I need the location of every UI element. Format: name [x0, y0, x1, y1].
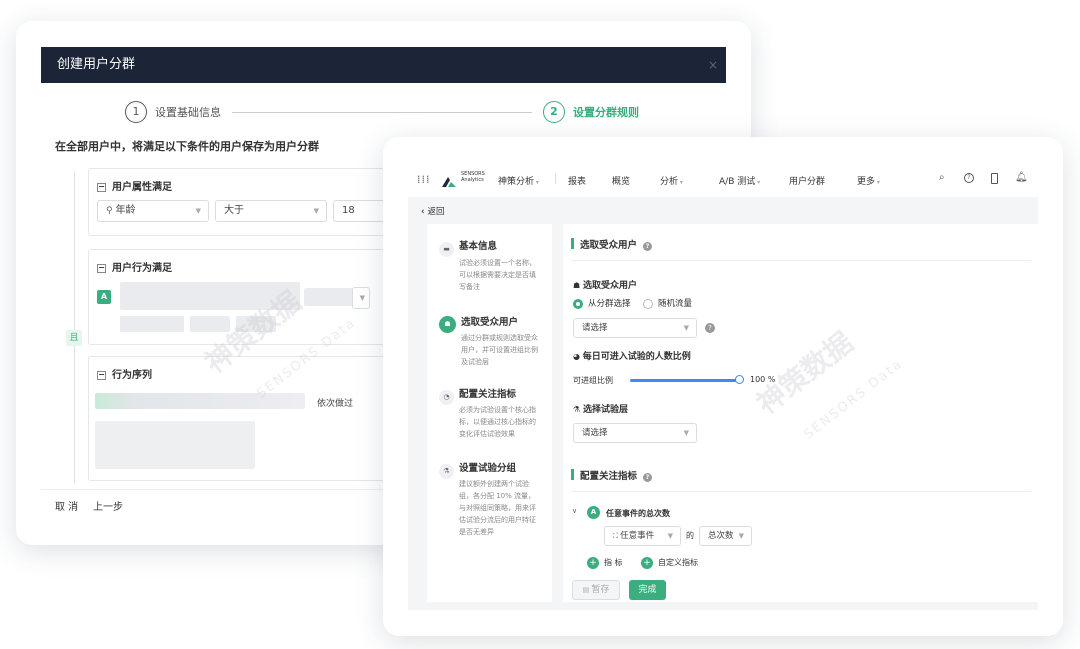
- audience-label: ☗ 选取受众用户: [573, 281, 637, 291]
- ratio-label: 可进组比例: [573, 376, 613, 385]
- step-1-number: 1: [125, 101, 147, 123]
- behavior-sequence-group: − 行为序列 依次做过: [88, 356, 388, 481]
- daily-ratio-label: ◕ 每日可进入试验的人数比例: [573, 352, 691, 362]
- step-1-label: 设置基础信息: [155, 106, 221, 119]
- nav-item-reports[interactable]: 报表: [568, 174, 586, 187]
- pie-icon: ◕: [573, 352, 583, 361]
- of-label: 的: [686, 531, 694, 540]
- nav-item-segments[interactable]: 用户分群: [789, 174, 825, 187]
- cancel-button[interactable]: 取 消: [55, 498, 78, 513]
- segment-select[interactable]: 请选择 ▼: [573, 318, 697, 338]
- nav-divider: [555, 173, 556, 184]
- steps-panel: ▬ 基本信息 试验必须设置一个名称，可以根据需要决定是否填写备注 ☗ 选取受众用…: [427, 224, 552, 602]
- main-panel: 选取受众用户? ☗ 选取受众用户 从分群选择 随机流量 请选择 ▼ ? ◕ 每日可…: [563, 224, 1038, 602]
- search-icon[interactable]: ⌕: [939, 172, 945, 183]
- help-icon[interactable]: ?: [964, 173, 974, 183]
- step-select-audience[interactable]: ☗ 选取受众用户 通过分群或规则选取受众用户，并可设置进组比例及试验层: [439, 311, 538, 366]
- collapse-icon[interactable]: −: [97, 370, 106, 380]
- folder-icon: ▬: [439, 242, 454, 257]
- bell-icon[interactable]: 🔔︎: [1015, 172, 1028, 183]
- step-2-label: 设置分群规则: [573, 106, 639, 119]
- chevron-down-icon[interactable]: ∨: [572, 507, 577, 515]
- sensors-logo-icon: [441, 173, 457, 187]
- radio-unselected-icon: [643, 298, 653, 309]
- info-icon: ?: [643, 473, 653, 482]
- collapse-icon[interactable]: −: [97, 263, 106, 273]
- ab-test-app-card: ⁞⁞⁞ SENSORS Analytics 神策分析 ▾ 报表 概览 分析 ▾ …: [383, 137, 1063, 636]
- and-tag[interactable]: 且: [66, 330, 82, 346]
- product-switcher[interactable]: 神策分析 ▾: [498, 174, 539, 187]
- group-1-title: − 用户属性满足: [97, 181, 172, 193]
- info-icon: ?: [643, 242, 653, 251]
- dialog-header: 创建用户分群 ×: [41, 47, 726, 83]
- step-2-number: 2: [543, 101, 565, 123]
- target-icon: ◔: [439, 390, 454, 405]
- property-select[interactable]: ⚲ 年龄 ▼: [97, 200, 209, 222]
- blurred-sequence-rows: [95, 421, 255, 469]
- step-1: 1 设置基础信息: [125, 101, 221, 123]
- metric-name: 任意事件的总次数: [606, 509, 670, 518]
- slider-handle[interactable]: [735, 375, 744, 384]
- section-marker: [571, 238, 574, 249]
- section-audience-title: 选取受众用户?: [580, 237, 653, 251]
- user-property-group: − 用户属性满足 ⚲ 年龄 ▼ 大于 ▼ 18: [88, 168, 389, 236]
- operator-select[interactable]: 大于 ▼: [215, 200, 327, 222]
- sequence-label: 依次做过: [317, 399, 354, 409]
- collapse-icon[interactable]: −: [97, 182, 106, 192]
- radio-random-traffic[interactable]: 随机流量: [643, 297, 692, 309]
- blurred-field: [304, 288, 354, 306]
- nav-item-overview[interactable]: 概览: [612, 174, 630, 187]
- apps-grid-icon[interactable]: ⁞⁞⁞: [417, 173, 431, 186]
- plus-circle-icon: +: [641, 557, 653, 569]
- add-custom-metric-button[interactable]: + 自定义指标: [641, 557, 698, 569]
- step-basic-info[interactable]: ▬ 基本信息 试验必须设置一个名称，可以根据需要决定是否填写备注: [439, 236, 536, 291]
- close-icon[interactable]: ×: [708, 47, 718, 83]
- section-metrics-title: 配置关注指标?: [580, 468, 653, 482]
- plus-circle-icon: +: [587, 557, 599, 569]
- step-divider: [232, 112, 532, 113]
- ratio-slider[interactable]: [630, 379, 738, 382]
- value-input[interactable]: 18: [333, 200, 389, 222]
- metric-tag-a: A: [587, 506, 600, 519]
- nav-item-more[interactable]: 更多 ▾: [857, 174, 880, 187]
- section-divider: [571, 260, 1031, 261]
- add-metric-button[interactable]: + 指 标: [587, 557, 623, 569]
- flask-icon: ⚗: [439, 464, 454, 479]
- brand-logo-text: SENSORS Analytics: [461, 171, 485, 183]
- and-connector-line: [74, 171, 75, 483]
- behavior-tag-a: A: [97, 290, 111, 304]
- step-groups[interactable]: ⚗ 设置试验分组 建议额外创建两个试验组，各分配 10% 流量，与对照组同策略，…: [439, 458, 536, 536]
- layer-select[interactable]: 请选择 ▼: [573, 423, 697, 443]
- dropdown-toggle[interactable]: ▼: [352, 287, 370, 309]
- blurred-field: [120, 316, 184, 332]
- save-draft-button[interactable]: ▤ 暂存: [572, 580, 620, 600]
- step-2: 2 设置分群规则: [543, 101, 639, 123]
- nav-item-analysis[interactable]: 分析 ▾: [660, 174, 683, 187]
- event-select[interactable]: ⛶ 任意事件 ▼: [604, 526, 681, 546]
- group-3-title: − 行为序列: [97, 369, 152, 381]
- users-icon: ☗: [439, 316, 456, 333]
- previous-step-button[interactable]: 上一步: [93, 498, 123, 513]
- aggregation-select[interactable]: 总次数 ▼: [699, 526, 752, 546]
- blurred-sequence-bar: [95, 393, 305, 409]
- done-button[interactable]: 完成: [629, 580, 666, 600]
- users-icon: ☗: [573, 281, 583, 290]
- group-2-title: − 用户行为满足: [97, 262, 172, 274]
- radio-from-segment[interactable]: 从分群选择: [573, 297, 631, 309]
- nav-item-ab-test[interactable]: A/B 测试 ▾: [719, 174, 760, 187]
- mobile-icon[interactable]: [991, 173, 998, 184]
- dialog-title: 创建用户分群: [57, 57, 136, 72]
- back-link[interactable]: ‹ 返回: [421, 205, 444, 217]
- section-marker: [571, 469, 574, 480]
- layer-label: ⚗ 选择试验层: [573, 405, 628, 415]
- help-icon[interactable]: ?: [705, 323, 715, 333]
- radio-selected-icon: [573, 298, 583, 309]
- section-divider: [571, 491, 1031, 492]
- dialog-subtitle: 在全部用户中，将满足以下条件的用户保存为用户分群: [55, 140, 319, 153]
- flask-icon: ⚗: [573, 405, 583, 414]
- step-metrics[interactable]: ◔ 配置关注指标 必须为试验设置个核心指标，以便通过核心指标的变化评估试验效果: [439, 384, 536, 438]
